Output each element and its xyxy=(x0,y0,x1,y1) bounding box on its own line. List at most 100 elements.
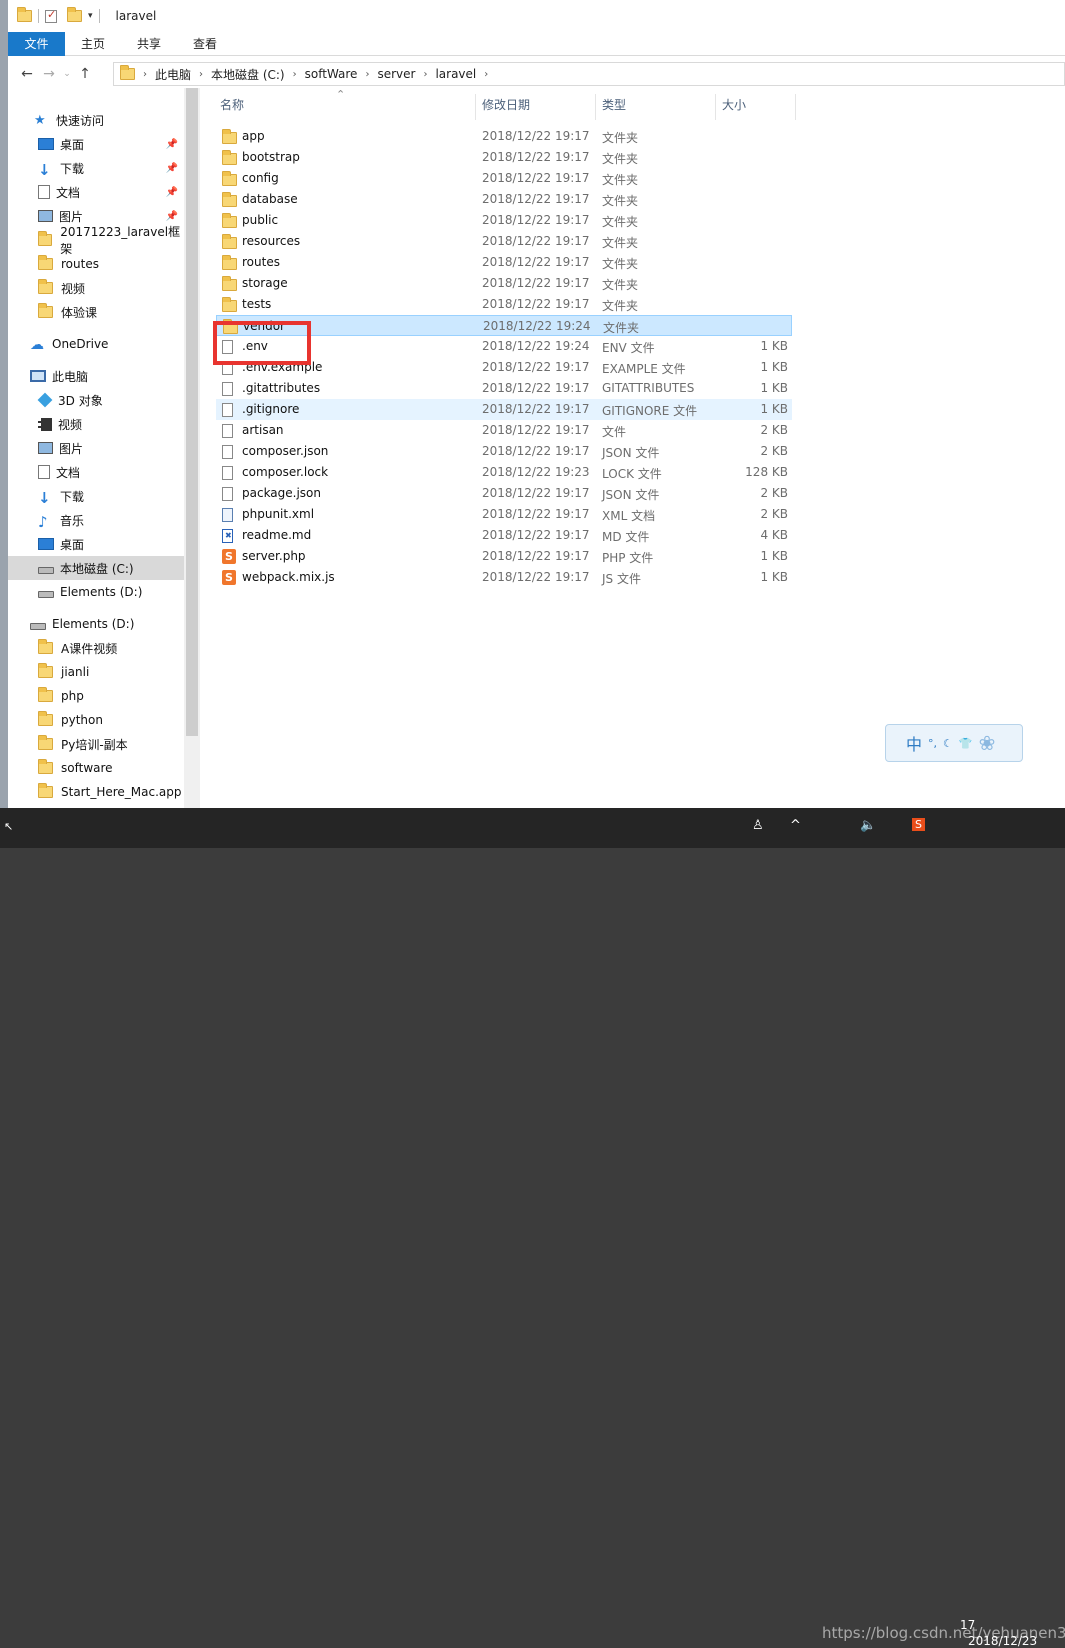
breadcrumb-software[interactable]: softWare xyxy=(305,67,358,81)
properties-icon[interactable] xyxy=(45,8,57,23)
pin-icon[interactable]: 📌 xyxy=(166,163,178,174)
file-row[interactable]: config 2018/12/22 19:17 文件夹 xyxy=(216,168,792,189)
sidebar-item[interactable]: software xyxy=(8,756,184,780)
ime-toolbar[interactable]: 中 °, ☾ 👕 ❀ xyxy=(885,724,1023,762)
chevron-right-icon[interactable]: › xyxy=(365,69,369,80)
address-bar[interactable]: › 此电脑 › 本地磁盘 (C:) › softWare › server › … xyxy=(113,62,1065,86)
file-date: 2018/12/22 19:17 xyxy=(482,213,590,227)
file-row[interactable]: bootstrap 2018/12/22 19:17 文件夹 xyxy=(216,147,792,168)
folder-icon xyxy=(38,255,53,270)
file-row[interactable]: .gitattributes 2018/12/22 19:17 GITATTRIBU… xyxy=(216,378,792,399)
file-date: 2018/12/22 19:17 xyxy=(482,570,590,584)
breadcrumb-this-pc[interactable]: 此电脑 xyxy=(155,66,191,83)
sidebar-item[interactable]: 本地磁盘 (C:) xyxy=(8,556,184,580)
punctuation-icon[interactable]: °, xyxy=(928,737,937,750)
chevron-right-icon[interactable]: › xyxy=(423,69,427,80)
chevron-right-icon[interactable]: › xyxy=(293,69,297,80)
tab-home[interactable]: 主页 xyxy=(65,32,121,56)
clock-time[interactable]: 17 xyxy=(960,1618,975,1632)
file-row[interactable]: composer.lock 2018/12/22 19:23 LOCK 文件 128 … xyxy=(216,462,792,483)
tab-file[interactable]: 文件 xyxy=(8,32,65,56)
sidebar-item[interactable]: 文档 xyxy=(8,460,184,484)
chevron-right-icon[interactable]: › xyxy=(143,69,147,80)
file-row[interactable]: public 2018/12/22 19:17 文件夹 xyxy=(216,210,792,231)
sidebar-item[interactable]: python xyxy=(8,708,184,732)
sidebar-item[interactable]: ↓ 下载 xyxy=(8,484,184,508)
sidebar-item[interactable]: 文档 📌 xyxy=(8,180,184,204)
customize-toolbar-icon[interactable]: ▾ xyxy=(88,11,93,21)
file-row[interactable]: database 2018/12/22 19:17 文件夹 xyxy=(216,189,792,210)
column-header-date[interactable]: 修改日期 xyxy=(482,94,530,120)
pin-icon[interactable]: 📌 xyxy=(166,187,178,198)
sidebar-item[interactable]: Start_Here_Mac.app xyxy=(8,780,184,804)
skin-icon[interactable]: 👕 xyxy=(959,737,973,750)
file-row[interactable]: tests 2018/12/22 19:17 文件夹 xyxy=(216,294,792,315)
tab-share[interactable]: 共享 xyxy=(121,32,177,56)
column-header-name[interactable]: 名称 xyxy=(220,94,244,120)
forward-arrow-icon[interactable]: → xyxy=(38,66,60,82)
file-row[interactable]: package.json 2018/12/22 19:17 JSON 文件 2 KB xyxy=(216,483,792,504)
sidebar-scrollbar-thumb[interactable] xyxy=(186,88,198,736)
sidebar-item[interactable]: 3D 对象 xyxy=(8,388,184,412)
sidebar-item-quick-access[interactable]: ★ 快速访问 xyxy=(8,108,184,132)
sidebar-item[interactable]: routes xyxy=(8,252,184,276)
ime-mode-label[interactable]: 中 xyxy=(906,731,922,755)
sidebar-item[interactable]: A课件视频 xyxy=(8,636,184,660)
sidebar-item[interactable]: 20171223_laravel框架 xyxy=(8,225,184,256)
volume-icon[interactable]: 🔈 xyxy=(860,818,876,833)
column-separator[interactable] xyxy=(475,94,476,120)
sidebar-item-label: python xyxy=(61,713,103,727)
column-header-size[interactable]: 大小 xyxy=(722,94,746,120)
file-type: GITIGNORE 文件 xyxy=(602,404,698,418)
pin-icon[interactable]: 📌 xyxy=(166,139,178,150)
sidebar-item[interactable]: 桌面 xyxy=(8,532,184,556)
breadcrumb-server[interactable]: server xyxy=(377,67,415,81)
file-row[interactable]: .gitignore 2018/12/22 19:17 GITIGNORE 文件 1 … xyxy=(216,399,792,420)
column-separator[interactable] xyxy=(715,94,716,120)
file-row[interactable]: resources 2018/12/22 19:17 文件夹 xyxy=(216,231,792,252)
sidebar-item[interactable]: 桌面 📌 xyxy=(8,132,184,156)
column-separator[interactable] xyxy=(595,94,596,120)
chevron-right-icon[interactable]: › xyxy=(199,69,203,80)
drive-icon xyxy=(30,622,46,630)
people-icon[interactable]: ♙ xyxy=(752,818,764,833)
column-header-type[interactable]: 类型 xyxy=(602,94,626,120)
up-arrow-icon[interactable]: ↑ xyxy=(74,66,96,82)
breadcrumb-laravel[interactable]: laravel xyxy=(435,67,476,81)
file-row[interactable]: app 2018/12/22 19:17 文件夹 xyxy=(216,126,792,147)
file-row[interactable]: artisan 2018/12/22 19:17 文件 2 KB xyxy=(216,420,792,441)
back-arrow-icon[interactable]: ← xyxy=(16,66,38,82)
chevron-up-icon[interactable]: ^ xyxy=(790,818,801,833)
sidebar-item[interactable]: Py培训-副本 xyxy=(8,732,184,756)
sidebar-item[interactable]: jianli xyxy=(8,660,184,684)
sidebar-item[interactable]: Elements (D:) xyxy=(8,580,184,604)
clock-date[interactable]: 2018/12/23 xyxy=(968,1634,1037,1648)
sidebar-item[interactable]: 体验课 xyxy=(8,300,184,324)
file-row[interactable]: readme.md 2018/12/22 19:17 MD 文件 4 KB xyxy=(216,525,792,546)
file-row[interactable]: Swebpack.mix.js 2018/12/22 19:17 JS 文件 1 KB xyxy=(216,567,792,588)
sidebar-item[interactable]: 视频 xyxy=(8,412,184,436)
breadcrumb-local-disk[interactable]: 本地磁盘 (C:) xyxy=(211,66,285,83)
new-folder-icon[interactable] xyxy=(67,7,82,22)
tab-view[interactable]: 查看 xyxy=(177,32,233,56)
moon-icon[interactable]: ☾ xyxy=(943,737,953,750)
chevron-right-icon[interactable]: › xyxy=(484,69,488,80)
file-row[interactable]: Sserver.php 2018/12/22 19:17 PHP 文件 1 KB xyxy=(216,546,792,567)
sidebar-item[interactable]: ↓ 下载 📌 xyxy=(8,156,184,180)
sogou-icon[interactable]: S xyxy=(912,818,925,831)
sidebar-item[interactable]: 图片 xyxy=(8,436,184,460)
sidebar-item[interactable]: php xyxy=(8,684,184,708)
column-separator[interactable] xyxy=(795,94,796,120)
file-row[interactable]: storage 2018/12/22 19:17 文件夹 xyxy=(216,273,792,294)
recent-chevron-icon[interactable]: ⌄ xyxy=(60,69,74,79)
file-row[interactable]: phpunit.xml 2018/12/22 19:17 XML 文档 2 KB xyxy=(216,504,792,525)
sidebar-item[interactable]: 视频 xyxy=(8,276,184,300)
folder-icon xyxy=(222,234,237,252)
pin-icon[interactable]: 📌 xyxy=(166,211,178,222)
sidebar-item[interactable]: ♪ 音乐 xyxy=(8,508,184,532)
file-row[interactable]: routes 2018/12/22 19:17 文件夹 xyxy=(216,252,792,273)
sidebar-item[interactable]: 此电脑 xyxy=(8,364,184,388)
file-row[interactable]: composer.json 2018/12/22 19:17 JSON 文件 2 KB xyxy=(216,441,792,462)
sidebar-item[interactable]: Elements (D:) xyxy=(8,612,184,636)
sidebar-item[interactable]: ☁ OneDrive xyxy=(8,332,184,356)
